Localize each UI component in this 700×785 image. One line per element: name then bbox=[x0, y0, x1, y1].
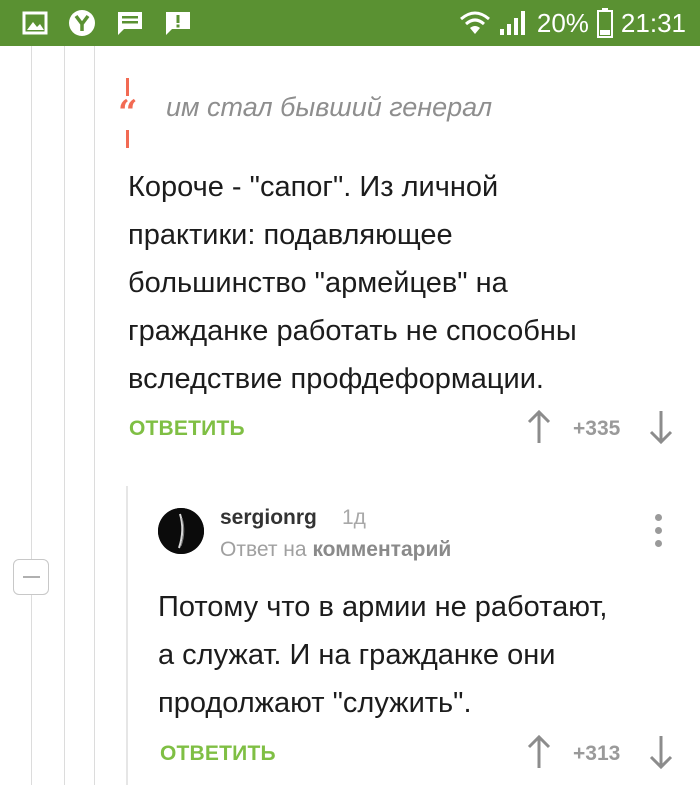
notification-icons bbox=[22, 9, 192, 37]
more-options-icon[interactable] bbox=[652, 514, 666, 550]
rating-score: +313 bbox=[573, 742, 621, 765]
reply-to-line: Ответ на комментарий bbox=[220, 538, 451, 562]
battery-icon bbox=[596, 8, 613, 38]
quote-text: им стал бывший генерал bbox=[166, 92, 493, 122]
rating-score: +335 bbox=[573, 417, 621, 440]
system-indicators: 20% 21:31 bbox=[459, 6, 686, 40]
wifi-icon bbox=[459, 11, 490, 34]
alert-icon bbox=[166, 12, 190, 35]
status-bar: 20% 21:31 bbox=[0, 0, 700, 46]
quote-block: “ им стал бывший генерал bbox=[118, 78, 678, 148]
downvote-arrow-icon[interactable] bbox=[647, 734, 675, 770]
comment-line: продолжают "служить". bbox=[158, 687, 472, 719]
comment-line: вследствие профдеформации. bbox=[128, 363, 544, 395]
thread-line bbox=[31, 46, 32, 785]
reply-button[interactable]: ОТВЕТИТЬ bbox=[129, 417, 245, 441]
comment-line: а служат. И на гражданке они bbox=[158, 639, 556, 671]
comment-actions: ОТВЕТИТЬ +335 bbox=[129, 409, 689, 449]
upvote-arrow-icon[interactable] bbox=[525, 409, 553, 445]
downvote-arrow-icon[interactable] bbox=[647, 409, 675, 445]
reply-to-prefix: Ответ на bbox=[220, 538, 307, 561]
reply-button[interactable]: ОТВЕТИТЬ bbox=[160, 742, 276, 766]
collapse-thread-button[interactable] bbox=[13, 559, 49, 595]
image-icon bbox=[22, 11, 48, 35]
message-icon bbox=[118, 12, 142, 35]
quote-icon: “ bbox=[118, 93, 138, 133]
clock: 21:31 bbox=[620, 7, 686, 38]
comment-actions: ОТВЕТИТЬ +313 bbox=[160, 734, 680, 774]
upvote-arrow-icon[interactable] bbox=[525, 734, 553, 770]
comment-line: Короче - "сапог". Из личной bbox=[128, 171, 499, 203]
minus-icon bbox=[23, 576, 40, 578]
yandex-icon bbox=[69, 10, 95, 36]
reply-to-link[interactable]: комментарий bbox=[312, 538, 451, 561]
comment-text: Короче - "сапог". Из личной практики: по… bbox=[128, 163, 688, 403]
comment-time: 1д bbox=[342, 506, 366, 529]
comment-line: большинство "армейцев" на bbox=[128, 267, 508, 299]
avatar[interactable] bbox=[158, 508, 204, 554]
thread-line bbox=[64, 46, 65, 785]
comment-line: гражданке работать не способны bbox=[128, 315, 577, 347]
comment-text: Потому что в армии не работают, а служат… bbox=[158, 583, 688, 727]
thread-line bbox=[94, 46, 95, 785]
comment-line: практики: подавляющее bbox=[128, 219, 453, 251]
reply-thread-line bbox=[126, 486, 128, 785]
signal-icon bbox=[499, 11, 525, 35]
avatar-image bbox=[158, 508, 204, 554]
username[interactable]: sergionrg bbox=[220, 506, 317, 530]
comment-line: Потому что в армии не работают, bbox=[158, 591, 608, 623]
battery-percent: 20% bbox=[536, 7, 589, 38]
